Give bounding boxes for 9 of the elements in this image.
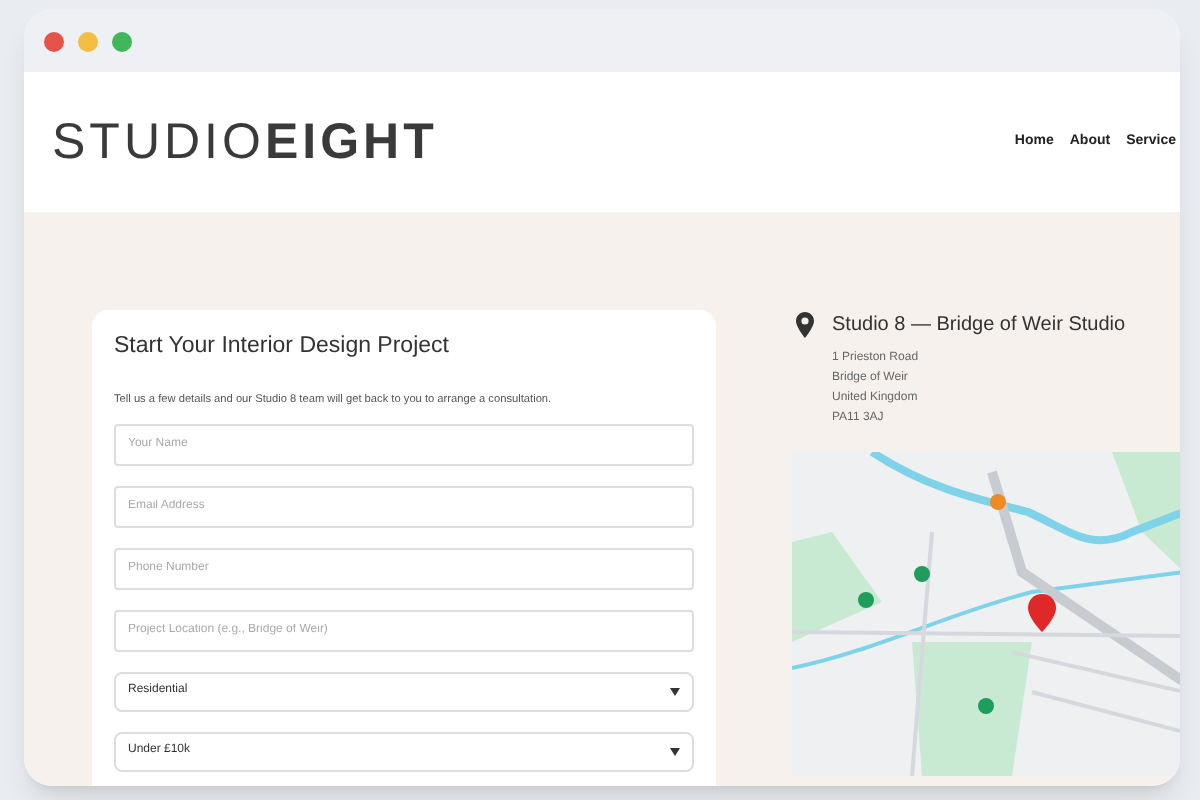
form-title: Start Your Interior Design Project bbox=[114, 332, 451, 362]
minimize-button[interactable] bbox=[78, 31, 98, 51]
studio-name: Studio 8 — Bridge of Weir Studio bbox=[832, 312, 1126, 340]
logo[interactable]: STUDIOEIGHT bbox=[52, 117, 438, 167]
caret-icon bbox=[670, 687, 680, 696]
close-button[interactable] bbox=[44, 31, 64, 51]
maximize-button[interactable] bbox=[112, 31, 132, 51]
caret-icon bbox=[670, 747, 680, 756]
map-pin-icon bbox=[796, 312, 814, 338]
